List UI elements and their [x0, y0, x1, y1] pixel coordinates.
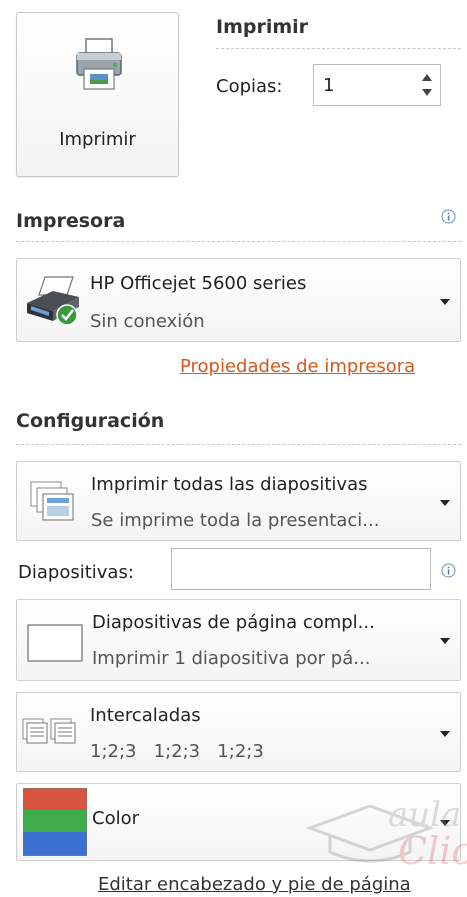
slides-label: Diapositivas:: [18, 562, 134, 583]
chevron-down-icon: [440, 500, 450, 506]
color-main: Color: [92, 808, 139, 829]
layout-dropdown[interactable]: Diapositivas de página compl... Imprimir…: [16, 599, 461, 681]
slides-input[interactable]: [171, 548, 431, 590]
printer-status: Sin conexión: [90, 311, 205, 332]
info-icon[interactable]: [441, 563, 456, 578]
copies-stepper[interactable]: 1: [313, 64, 441, 106]
printer-dropdown[interactable]: HP Officejet 5600 series Sin conexión: [16, 258, 461, 342]
collated-pages-icon: [22, 718, 76, 744]
layout-sub: Imprimir 1 diapositiva por pá...: [92, 648, 371, 669]
collation-main: Intercaladas: [90, 705, 201, 726]
all-slides-icon: [30, 481, 74, 521]
divider: [16, 241, 461, 242]
divider: [216, 48, 461, 49]
spin-arrows-icon[interactable]: [420, 70, 434, 100]
divider: [16, 444, 461, 445]
print-button[interactable]: Imprimir: [16, 12, 179, 177]
watermark-logo: aula Clic: [305, 795, 467, 872]
printer-name: HP Officejet 5600 series: [90, 273, 307, 294]
collation-dropdown[interactable]: Intercaladas 1;2;3 1;2;3 1;2;3: [16, 692, 461, 772]
svg-text:Clic: Clic: [398, 829, 467, 872]
print-range-sub: Se imprime toda la presentaci...: [91, 510, 380, 531]
print-button-label: Imprimir: [59, 129, 136, 150]
layout-main: Diapositivas de página compl...: [92, 612, 375, 633]
color-swatch-icon: [23, 788, 87, 856]
print-range-main: Imprimir todas las diapositivas: [91, 474, 368, 495]
edit-header-footer-link[interactable]: Editar encabezado y pie de página: [98, 874, 411, 895]
printer-properties-link[interactable]: Propiedades de impresora: [180, 356, 415, 377]
print-range-dropdown[interactable]: Imprimir todas las diapositivas Se impri…: [16, 461, 461, 541]
chevron-down-icon: [440, 638, 450, 644]
collation-sub: 1;2;3 1;2;3 1;2;3: [90, 741, 264, 762]
copies-value: 1: [323, 75, 335, 96]
printer-section-title: Impresora: [16, 210, 126, 232]
info-icon[interactable]: [441, 209, 456, 224]
print-backstage-panel: Imprimir Imprimir Copias: 1 Impresora HP…: [0, 0, 467, 897]
print-section-title: Imprimir: [216, 16, 309, 38]
chevron-down-icon: [440, 731, 450, 737]
printer-icon: [76, 38, 122, 90]
settings-section-title: Configuración: [16, 410, 165, 432]
printer-device-icon: [27, 276, 79, 326]
full-page-slide-icon: [27, 624, 83, 662]
copies-label: Copias:: [216, 76, 283, 97]
chevron-down-icon: [440, 299, 450, 305]
